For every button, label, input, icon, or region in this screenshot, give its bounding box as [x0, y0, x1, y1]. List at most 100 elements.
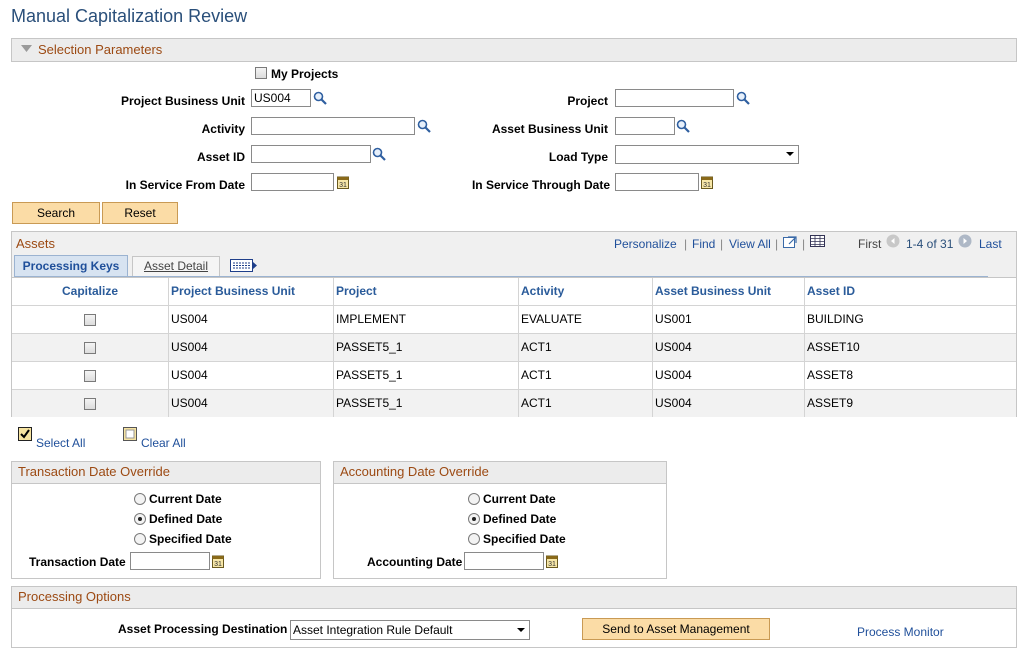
find-link[interactable]: Find [692, 237, 715, 251]
calendar-icon[interactable]: 31 [701, 175, 713, 189]
defined-date-radio[interactable] [468, 513, 480, 525]
nav-separator: | [775, 237, 779, 251]
specified-date-radio[interactable] [468, 533, 480, 545]
accounting-date-label: Accounting Date [367, 555, 463, 569]
project-bu-label: Project Business Unit [120, 94, 245, 108]
first-label: First [858, 237, 882, 251]
in-service-from-label: In Service From Date [125, 178, 245, 192]
calendar-icon[interactable]: 31 [337, 175, 349, 189]
col-asset-id[interactable]: Asset ID [804, 278, 1016, 306]
activity-cell: EVALUATE [518, 306, 652, 333]
clear-all-icon[interactable] [123, 427, 137, 441]
tab-asset-detail[interactable]: Asset Detail [132, 256, 220, 277]
assets-title: Assets [16, 236, 56, 251]
capitalize-checkbox[interactable] [84, 314, 96, 326]
project-cell: PASSET5_1 [333, 390, 518, 417]
current-date-label: Current Date [483, 492, 556, 506]
capitalize-checkbox[interactable] [84, 342, 96, 354]
tab-processing-keys[interactable]: Processing Keys [14, 255, 128, 277]
asset-bu-label: Asset Business Unit [491, 122, 608, 136]
in-service-through-input[interactable] [615, 173, 699, 191]
process-monitor-link[interactable]: Process Monitor [857, 625, 944, 639]
accounting-date-input[interactable] [464, 552, 544, 570]
send-to-asset-management-button[interactable]: Send to Asset Management [582, 618, 770, 640]
table-row: US004 IMPLEMENT EVALUATE US001 BUILDING [12, 305, 1016, 333]
svg-text:31: 31 [214, 561, 222, 568]
asset-bu-lookup-icon[interactable] [676, 119, 690, 133]
asset-bu-cell: US001 [652, 306, 804, 333]
personalize-link[interactable]: Personalize [614, 237, 677, 251]
col-activity[interactable]: Activity [518, 278, 652, 306]
next-page-icon[interactable] [958, 234, 972, 248]
project-input[interactable] [615, 89, 734, 107]
selection-parameters-header[interactable]: Selection Parameters [11, 38, 1017, 62]
show-all-columns-icon[interactable] [230, 259, 258, 272]
asset-id-cell: BUILDING [804, 306, 1016, 333]
accounting-date-override-box: Accounting Date Override Current Date De… [333, 461, 667, 579]
processing-options-header: Processing Options [12, 587, 1016, 609]
capitalize-checkbox[interactable] [84, 398, 96, 410]
defined-date-label: Defined Date [149, 512, 223, 526]
load-type-label: Load Type [548, 150, 608, 164]
selection-parameters-title: Selection Parameters [38, 42, 163, 57]
asset-id-lookup-icon[interactable] [372, 147, 386, 161]
current-date-radio[interactable] [134, 493, 146, 505]
select-all-link[interactable]: Select All [36, 436, 85, 450]
project-label: Project [567, 94, 608, 108]
current-date-radio[interactable] [468, 493, 480, 505]
capitalize-checkbox[interactable] [84, 370, 96, 382]
in-service-through-label: In Service Through Date [471, 178, 610, 192]
project-bu-input[interactable] [251, 89, 311, 107]
table-row: US004 PASSET5_1 ACT1 US004 ASSET9 [12, 389, 1016, 417]
transaction-override-header: Transaction Date Override [12, 462, 320, 484]
assets-grid: Capitalize Project Business Unit Project… [11, 277, 1017, 417]
previous-page-icon[interactable] [886, 234, 900, 248]
current-date-label: Current Date [149, 492, 222, 506]
col-asset-bu[interactable]: Asset Business Unit [652, 278, 804, 306]
capitalize-cell [12, 334, 168, 361]
asset-id-cell: ASSET10 [804, 334, 1016, 361]
table-row: US004 PASSET5_1 ACT1 US004 ASSET8 [12, 361, 1016, 389]
specified-date-label: Specified Date [483, 532, 566, 546]
transaction-date-label: Transaction Date [29, 555, 126, 569]
search-button[interactable]: Search [12, 202, 100, 224]
last-link[interactable]: Last [979, 237, 1002, 251]
view-all-link[interactable]: View All [729, 237, 771, 251]
clear-all-link[interactable]: Clear All [141, 436, 186, 450]
calendar-icon[interactable]: 31 [212, 554, 224, 568]
specified-date-radio[interactable] [134, 533, 146, 545]
capitalize-cell [12, 306, 168, 333]
asset-processing-destination-select[interactable]: Asset Integration Rule Default [290, 620, 530, 640]
calendar-icon[interactable]: 31 [546, 554, 558, 568]
download-spreadsheet-icon[interactable] [810, 235, 825, 247]
activity-cell: ACT1 [518, 390, 652, 417]
reset-button[interactable]: Reset [102, 202, 178, 224]
activity-cell: ACT1 [518, 334, 652, 361]
asset-id-cell: ASSET8 [804, 362, 1016, 389]
project-bu-lookup-icon[interactable] [313, 91, 327, 105]
svg-text:31: 31 [339, 182, 347, 189]
processing-options-box: Processing Options Asset Processing Dest… [11, 586, 1017, 648]
grid-header-row: Capitalize Project Business Unit Project… [12, 278, 1016, 306]
col-capitalize[interactable]: Capitalize [12, 278, 168, 306]
project-bu-cell: US004 [168, 306, 333, 333]
asset-bu-input[interactable] [615, 117, 675, 135]
transaction-date-input[interactable] [130, 552, 210, 570]
asset-id-label: Asset ID [196, 150, 245, 164]
in-service-from-input[interactable] [251, 173, 334, 191]
collapse-triangle-icon[interactable] [21, 45, 32, 53]
nav-separator: | [684, 237, 688, 251]
col-project-bu[interactable]: Project Business Unit [168, 278, 333, 306]
my-projects-checkbox[interactable] [255, 67, 267, 79]
activity-input[interactable] [251, 117, 415, 135]
select-all-icon[interactable] [18, 427, 32, 441]
col-project[interactable]: Project [333, 278, 518, 306]
asset-id-input[interactable] [251, 145, 371, 163]
new-window-icon[interactable] [783, 235, 797, 248]
asset-bu-cell: US004 [652, 362, 804, 389]
project-bu-cell: US004 [168, 390, 333, 417]
defined-date-radio[interactable] [134, 513, 146, 525]
load-type-select[interactable] [615, 145, 799, 164]
project-lookup-icon[interactable] [736, 91, 750, 105]
activity-lookup-icon[interactable] [417, 119, 431, 133]
